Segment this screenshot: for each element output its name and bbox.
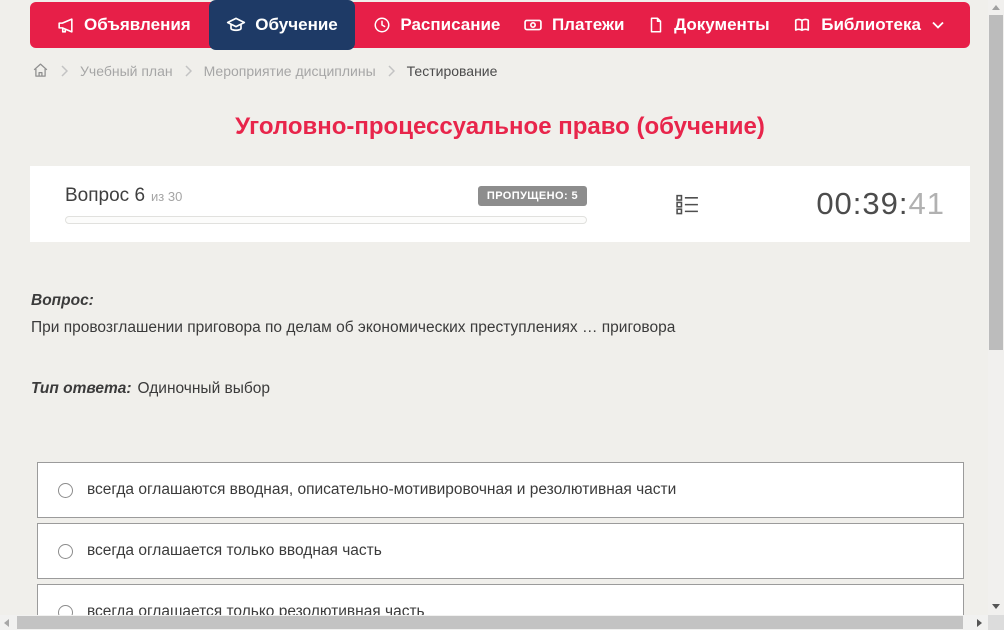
skipped-badge: ПРОПУЩЕНО: 5 [477,185,587,206]
page: Объявления Обучение Расписание Платежи Д… [0,0,1004,630]
nav-item-label: Платежи [551,15,625,34]
home-icon[interactable] [32,62,49,79]
nav-item-announcements[interactable]: Объявления [52,2,195,48]
megaphone-icon [56,16,75,35]
nav-item-payments[interactable]: Платежи [519,2,629,48]
nav-item-library[interactable]: Библиотека [788,2,948,48]
nav-item-label: Объявления [84,15,191,34]
horizontal-scrollbar-thumb[interactable] [17,616,963,629]
scroll-down-arrow-icon[interactable] [992,604,1000,609]
question-header-card: Вопрос 6 из 30 ПРОПУЩЕНО: 5 00:39:41 [30,166,970,242]
graduation-cap-icon [226,15,246,35]
answer-option-1[interactable]: всегда оглашаются вводная, описательно-м… [37,462,964,518]
breadcrumb-separator-icon [388,64,395,77]
clock-icon [373,16,391,34]
answer-options: всегда оглашаются вводная, описательно-м… [37,462,964,630]
answer-type-row: Тип ответа: Одиночный выбор [31,380,961,398]
question-number: Вопрос 6 из 30 [65,184,183,206]
answer-option-label: всегда оглашаются вводная, описательно-м… [87,481,677,498]
banknote-icon [523,15,543,35]
vertical-scrollbar[interactable] [988,0,1004,615]
question-progress-bar [65,215,587,224]
nav-item-label: Документы [674,15,770,34]
timer-hours-minutes: 00:39: [816,186,909,221]
radio-button[interactable] [58,482,73,498]
scroll-up-arrow-icon[interactable] [992,5,1000,10]
open-book-icon [792,15,812,35]
nav-item-schedule[interactable]: Расписание [369,2,504,48]
question-list-icon[interactable] [675,192,700,217]
nav-item-label: Библиотека [821,15,921,34]
question-total: из 30 [151,188,183,204]
breadcrumb-discipline-event[interactable]: Мероприятие дисциплины [204,63,376,79]
breadcrumb-testing-current: Тестирование [406,62,498,79]
nav-item-label: Расписание [400,15,501,34]
question-label: Вопрос: [31,292,94,309]
answer-type-value: Одиночный выбор [137,380,271,397]
nav-item-label: Обучение [255,15,338,34]
answer-type-label: Тип ответа: [31,380,132,397]
question-progress-column: Вопрос 6 из 30 ПРОПУЩЕНО: 5 [65,185,587,224]
answer-option-2[interactable]: всегда оглашается только вводная часть [37,523,964,579]
breadcrumb-separator-icon [185,64,192,77]
answer-option-label: всегда оглашается только вводная часть [87,542,382,559]
breadcrumb: Учебный план Мероприятие дисциплины Тест… [32,62,497,79]
breadcrumb-study-plan[interactable]: Учебный план [80,63,173,79]
vertical-scrollbar-thumb[interactable] [989,15,1003,350]
scrollbar-corner [988,615,1004,630]
scroll-left-arrow-icon[interactable] [4,618,9,627]
top-navbar: Объявления Обучение Расписание Платежи Д… [30,0,970,50]
chevron-down-icon [932,21,944,29]
radio-button[interactable] [58,543,73,559]
timer-seconds: 41 [908,186,945,221]
nav-item-learning[interactable]: Обучение [209,0,355,50]
horizontal-scrollbar[interactable] [0,615,988,630]
question-text: При провозглашении приговора по делам об… [31,319,676,336]
page-title: Уголовно-процессуальное право (обучение) [235,113,765,140]
document-icon [647,16,665,34]
breadcrumb-separator-icon [61,64,68,77]
nav-item-documents[interactable]: Документы [643,2,774,48]
scroll-right-arrow-icon[interactable] [977,618,982,627]
question-body: Вопрос: При провозглашении приговора по … [31,292,961,398]
timer: 00:39:41 [816,186,945,222]
